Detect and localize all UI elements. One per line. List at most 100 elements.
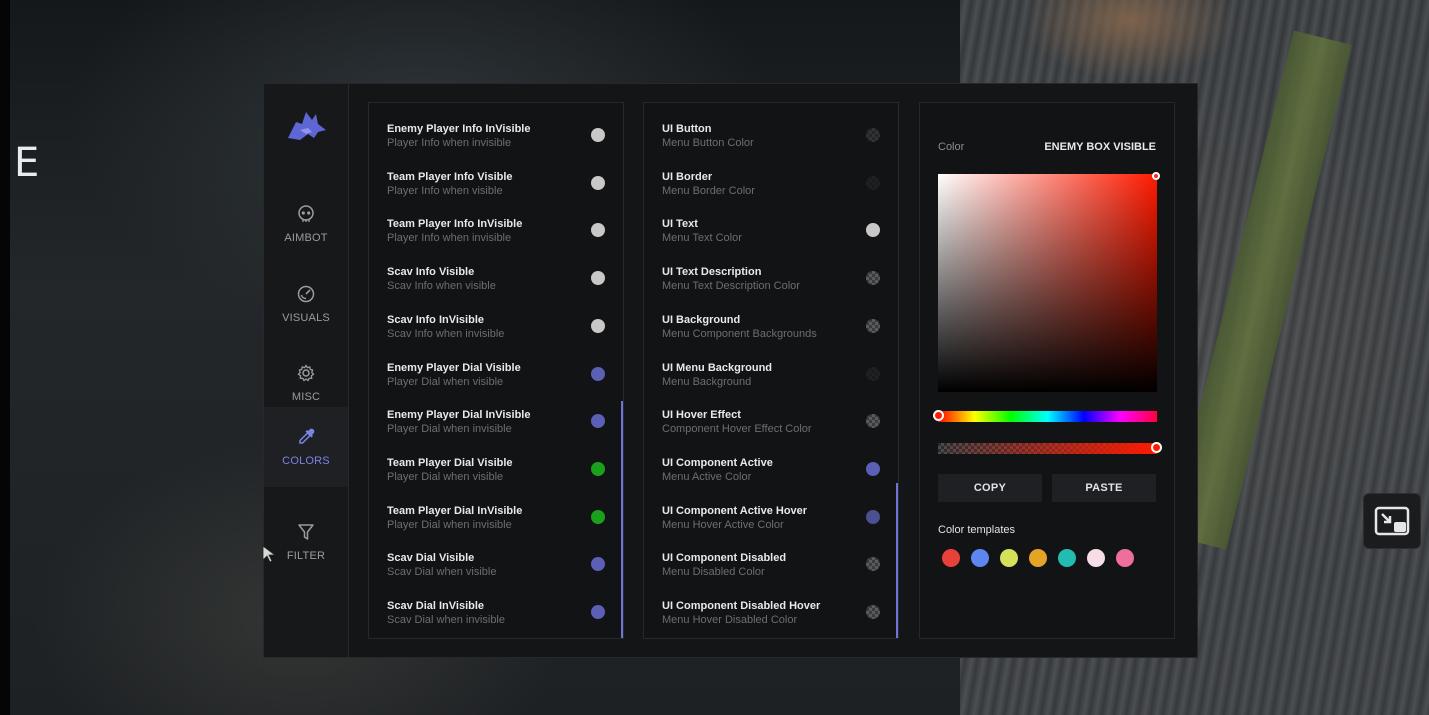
gear-icon: [297, 363, 315, 381]
color-swatch[interactable]: [591, 605, 605, 619]
setting-title: UI Button: [662, 123, 712, 135]
color-setting-row[interactable]: Team Player Dial Visible Player Dial when…: [369, 443, 623, 491]
color-swatch[interactable]: [591, 128, 605, 142]
color-swatch[interactable]: [866, 605, 880, 619]
color-swatch[interactable]: [591, 414, 605, 429]
alpha-slider[interactable]: [938, 442, 1162, 454]
color-setting-row[interactable]: UI Background Menu Component Backgrounds: [644, 300, 898, 348]
setting-description: Player Dial when invisible: [387, 518, 512, 531]
alpha-handle[interactable]: [1151, 442, 1162, 453]
color-setting-row[interactable]: Team Player Info Visible Player Info when…: [369, 157, 623, 205]
setting-description: Menu Hover Disabled Color: [662, 614, 798, 626]
color-swatch[interactable]: [591, 318, 605, 333]
setting-title: UI Border: [662, 170, 713, 183]
color-setting-row[interactable]: UI Button Menu Button Color: [644, 109, 898, 157]
color-setting-row[interactable]: UI Menu Background Menu Background: [644, 348, 898, 396]
color-setting-row[interactable]: UI Component Active Hover Menu Hover Acti…: [644, 491, 898, 539]
color-swatch[interactable]: [591, 366, 605, 381]
color-template-swatch[interactable]: [1087, 549, 1105, 567]
picker-target-name: ENEMY BOX VISIBLE: [1044, 141, 1156, 153]
color-setting-row[interactable]: Enemy Player Info InVisible Player Info w…: [369, 109, 623, 157]
filter-icon: [298, 523, 314, 540]
color-setting-row[interactable]: Scav Dial Visible Scav Dial when visible: [369, 538, 623, 586]
setting-title: UI Text Description: [662, 266, 762, 279]
color-template-swatch[interactable]: [1058, 549, 1076, 567]
setting-description: Menu Active Color: [662, 470, 752, 483]
setting-title: UI Background: [662, 313, 741, 326]
setting-description: Scav Dial when invisible: [387, 614, 505, 626]
color-swatch[interactable]: [866, 128, 880, 142]
color-swatch[interactable]: [591, 461, 605, 476]
setting-description: Menu Text Color: [662, 232, 742, 245]
hue-handle[interactable]: [933, 410, 944, 421]
setting-title: Scav Info InVisible: [387, 313, 484, 326]
color-swatch[interactable]: [866, 414, 880, 429]
setting-description: Scav Info when invisible: [387, 327, 505, 340]
color-setting-row[interactable]: Scav Info Visible Scav Info when visible: [369, 252, 623, 300]
skull-icon: [298, 204, 314, 222]
color-swatch[interactable]: [866, 223, 880, 238]
setting-description: Player Info when invisible: [387, 232, 512, 245]
nav-label-visuals: VISUALS: [282, 311, 330, 324]
setting-description: Menu Background: [662, 375, 752, 388]
setting-description: Menu Hover Active Color: [662, 518, 784, 531]
color-setting-row[interactable]: UI Component Disabled Menu Disabled Color: [644, 538, 898, 586]
color-swatch[interactable]: [866, 366, 880, 381]
color-setting-row[interactable]: Scav Dial InVisible Scav Dial when invisi…: [369, 586, 623, 634]
color-swatch[interactable]: [866, 318, 880, 333]
color-swatch[interactable]: [866, 557, 880, 572]
color-setting-row[interactable]: Enemy Player Dial InVisible Player Dial w…: [369, 395, 623, 443]
setting-title: Enemy Player Dial InVisible: [387, 409, 531, 422]
color-setting-row[interactable]: Scav Info InVisible Scav Info when invisi…: [369, 300, 623, 348]
color-setting-row[interactable]: UI Component Active Menu Active Color: [644, 443, 898, 491]
setting-description: Player Dial when invisible: [387, 423, 512, 436]
color-swatch[interactable]: [591, 557, 605, 572]
sv-handle[interactable]: [1152, 172, 1160, 180]
setting-description: Player Info when visible: [387, 184, 503, 197]
hue-slider[interactable]: [933, 410, 1157, 422]
color-template-swatch[interactable]: [971, 549, 989, 567]
setting-title: UI Text: [662, 218, 698, 231]
cheat-menu-panel: AIMBOT VISUALS MISC COLORS FILTER Enemy …: [263, 83, 1198, 658]
color-setting-row[interactable]: Enemy Player Dial Visible Player Dial whe…: [369, 348, 623, 396]
setting-description: Menu Border Color: [662, 184, 755, 197]
color-template-swatch[interactable]: [942, 549, 960, 567]
target-icon: [297, 285, 315, 302]
paste-button[interactable]: PASTE: [1052, 474, 1156, 502]
left-edge: [0, 0, 10, 715]
color-swatch[interactable]: [866, 461, 880, 476]
nav-item-aimbot[interactable]: AIMBOT: [264, 184, 348, 264]
color-swatch[interactable]: [591, 271, 605, 286]
nav-item-filter[interactable]: FILTER: [264, 502, 348, 582]
color-setting-row[interactable]: UI Text Menu Text Color: [644, 204, 898, 252]
ui-colors-list[interactable]: UI Button Menu Button Color UI Border Menu …: [643, 102, 899, 639]
color-template-swatch[interactable]: [1116, 549, 1134, 567]
color-swatch[interactable]: [866, 175, 880, 190]
color-setting-row[interactable]: UI Text Description Menu Text Description…: [644, 252, 898, 300]
color-swatch[interactable]: [591, 509, 605, 524]
color-setting-row[interactable]: UI Component Disabled Hover Menu Hover Di…: [644, 586, 898, 634]
setting-title: Scav Dial InVisible: [387, 600, 485, 612]
setting-description: Scav Info when visible: [387, 280, 496, 293]
color-swatch[interactable]: [591, 223, 605, 238]
color-setting-row[interactable]: UI Hover Effect Component Hover Effect Co…: [644, 395, 898, 443]
color-setting-row[interactable]: Team Player Info InVisible Player Info wh…: [369, 204, 623, 252]
nav-label-colors: COLORS: [282, 454, 330, 467]
color-setting-row[interactable]: UI Border Menu Border Color: [644, 157, 898, 205]
color-swatch[interactable]: [866, 271, 880, 286]
nav-item-colors[interactable]: COLORS: [264, 407, 348, 487]
nav-item-visuals[interactable]: VISUALS: [264, 264, 348, 344]
nav-label-misc: MISC: [291, 390, 321, 403]
color-template-swatch[interactable]: [1000, 549, 1018, 567]
saturation-value-area[interactable]: [938, 172, 1160, 392]
setting-description: Menu Text Description Color: [662, 280, 800, 293]
color-swatch[interactable]: [866, 509, 880, 524]
color-template-swatch[interactable]: [1029, 549, 1047, 567]
picture-in-picture-button[interactable]: [1363, 493, 1421, 549]
color-setting-row[interactable]: Team Player Dial InVisible Player Dial wh…: [369, 491, 623, 539]
player-colors-list[interactable]: Enemy Player Info InVisible Player Info w…: [368, 102, 624, 639]
partial-heading: E: [14, 140, 40, 186]
copy-button[interactable]: COPY: [938, 474, 1042, 502]
color-swatch[interactable]: [591, 175, 605, 190]
setting-title: Team Player Dial InVisible: [387, 504, 523, 517]
